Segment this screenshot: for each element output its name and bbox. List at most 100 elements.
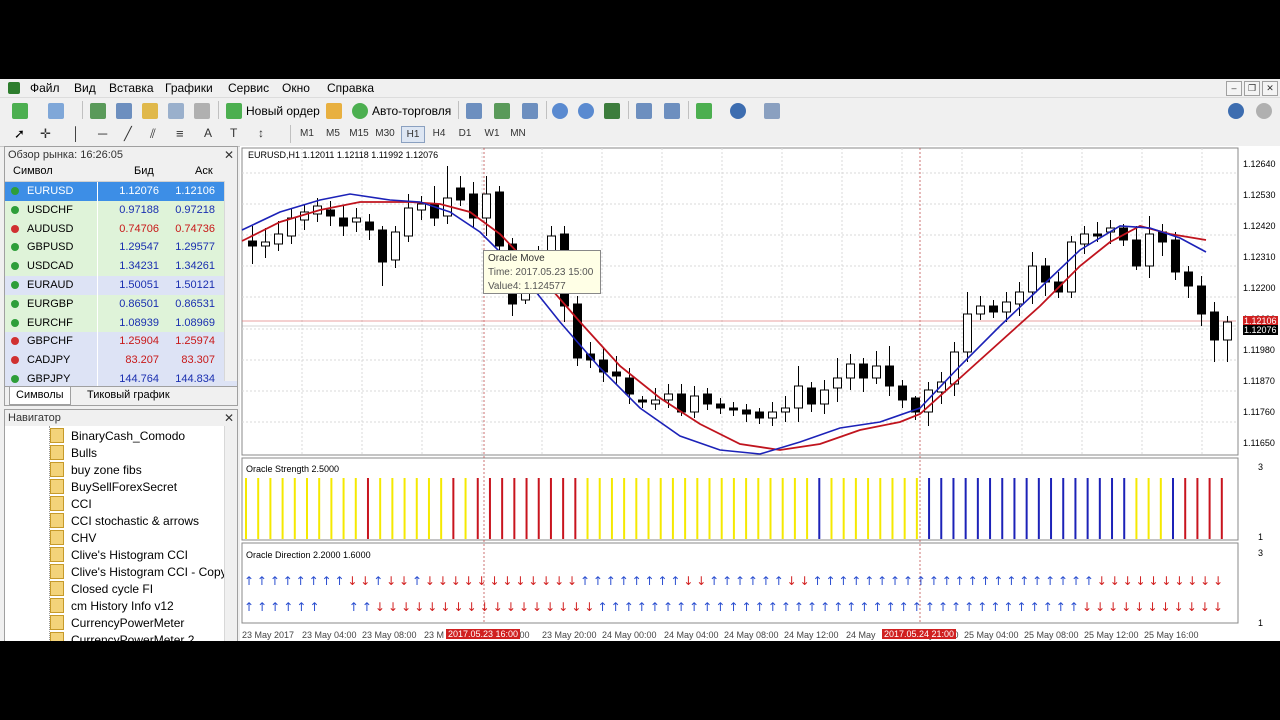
close-icon[interactable]: ✕ [224,147,234,163]
navigator-item[interactable]: Closed cycle FI [50,581,153,598]
tile-windows-icon[interactable] [604,103,620,119]
navigator-item[interactable]: CCI stochastic & arrows [50,513,199,530]
menu-tools[interactable]: Сервис [228,80,269,96]
menu-charts[interactable]: Графики [165,80,213,96]
price-label: 1.12640 [1243,159,1276,169]
timeframe-w1[interactable]: W1 [481,126,503,141]
arrow-down-icon: ↓ [519,600,529,614]
tester-icon[interactable] [194,103,210,119]
new-order-button[interactable]: Новый ордер [246,103,320,119]
search-icon[interactable] [1228,103,1244,119]
minimize-icon[interactable]: – [1226,81,1242,96]
text-icon[interactable]: A [204,126,220,142]
arrow-down-icon: ↓ [453,600,463,614]
menu-file[interactable]: Файл [30,80,60,96]
market-watch-row[interactable]: USDCAD 1.34231 1.34261 [5,257,237,276]
timeframe-h4[interactable]: H4 [428,126,450,141]
timeframe-h1[interactable]: H1 [401,126,425,143]
tab-symbols[interactable]: Символы [9,387,71,405]
menu-window[interactable]: Окно [282,80,310,96]
navigator-item[interactable]: BinaryCash_Comodo [50,428,185,445]
column-bid[interactable]: Бид [134,165,154,177]
vertical-line-icon[interactable]: │ [72,126,88,142]
crosshair-icon[interactable]: ✛ [40,126,56,142]
zoom-out-icon[interactable] [578,103,594,119]
arrow-up-icon: ↑ [1003,600,1013,614]
metaeditor-icon[interactable] [326,103,342,119]
fibonacci-icon[interactable]: ≡ [176,126,192,142]
navigator-item[interactable]: Bulls [50,445,97,462]
data-window-icon[interactable] [116,103,132,119]
navigator-item[interactable]: CurrencyPowerMeter 2 [50,632,194,641]
auto-trading-button[interactable]: Авто-торговля [372,103,451,119]
chart-shift-icon[interactable] [636,103,652,119]
navigator-item[interactable]: cm History Info v12 [50,598,174,615]
timeframe-mn[interactable]: MN [507,126,529,141]
indicators-icon[interactable] [696,103,712,119]
market-watch-scrollbar[interactable] [224,181,237,381]
autoscroll-icon[interactable] [664,103,680,119]
price-chart[interactable]: ↑ ↑ ↑ ↑ ↑ ↑ ↑ ↑ ↓ ↓ ↑ ↓ ↓ ↑ ↓ ↓ ↓ ↓ ↓ ↓ ↓ ↓ ↓ ↓ ↓ ↓ ↑ ↑ ↑ ↑ ↑ ↑ ↑ ↑ ↓ ↓ ↑ ↑ ↑ ↑… [240,146,1280,641]
candle-body [638,399,647,403]
menu-view[interactable]: Вид [74,80,96,96]
chart-window[interactable]: ↑ ↑ ↑ ↑ ↑ ↑ ↑ ↑ ↓ ↓ ↑ ↓ ↓ ↑ ↓ ↓ ↓ ↓ ↓ ↓ ↓ ↓ ↓ ↓ ↓ ↓ ↑ ↑ ↑ ↑ ↑ ↑ ↑ ↑ ↓ ↓ ↑ ↑ ↑ ↑… [240,146,1280,641]
candle-body [794,385,803,409]
timeframe-m1[interactable]: M1 [296,126,318,141]
market-watch-row[interactable]: GBPUSD 1.29547 1.29577 [5,238,237,258]
auto-trading-icon[interactable] [352,103,368,119]
menu-insert[interactable]: Вставка [109,80,154,96]
tab-tick-chart[interactable]: Тиковый график [81,387,176,404]
market-watch-row[interactable]: AUDUSD 0.74706 0.74736 [5,219,237,239]
new-chart-icon[interactable] [12,103,28,119]
column-symbol[interactable]: Символ [13,165,53,177]
arrows-icon[interactable]: ↕ [258,126,274,142]
horizontal-line-icon[interactable]: ─ [98,126,114,142]
close-icon[interactable]: ✕ [1262,81,1278,96]
arrow-down-icon: ↓ [1148,574,1158,588]
trendline-icon[interactable]: ╱ [124,126,140,142]
timeframe-d1[interactable]: D1 [454,126,476,141]
market-watch-row[interactable]: GBPCHF 1.25904 1.25974 [5,332,237,352]
arrow-down-icon: ↓ [388,600,398,614]
line-chart-icon[interactable] [522,103,538,119]
timeframe-m15[interactable]: M15 [348,126,370,141]
periods-icon[interactable] [730,103,746,119]
indicator-icon [50,581,64,597]
column-ask[interactable]: Аск [195,165,213,177]
market-watch-row[interactable]: EURGBP 0.86501 0.86531 [5,294,237,314]
candle-body [1132,239,1141,267]
restore-icon[interactable]: ❐ [1244,81,1260,96]
candlesticks-icon[interactable] [494,103,510,119]
navigator-item[interactable]: CHV [50,530,96,547]
templates-icon[interactable] [764,103,780,119]
navigator-item[interactable]: CurrencyPowerMeter [50,615,184,632]
candle-body [664,393,673,401]
channel-icon[interactable]: ⫽ [150,126,166,142]
bar-chart-icon[interactable] [466,103,482,119]
cursor-icon[interactable]: ➚ [14,126,30,142]
navigator-icon[interactable] [142,103,158,119]
navigator-item[interactable]: CCI [50,496,92,513]
navigator-item[interactable]: buy zone fibs [50,462,142,479]
zoom-in-icon[interactable] [552,103,568,119]
navigator-item[interactable]: BuySellForexSecret [50,479,177,496]
profiles-icon[interactable] [48,103,64,119]
market-watch-row[interactable]: EURAUD 1.50051 1.50121 [5,275,237,295]
market-watch-row[interactable]: EURUSD 1.12076 1.12106 [5,182,237,201]
navigator-item[interactable]: Clive's Histogram CCI [50,547,188,564]
close-icon[interactable]: ✕ [224,410,234,426]
menu-help[interactable]: Справка [327,80,374,96]
new-order-icon[interactable] [226,103,242,119]
timeframe-m5[interactable]: M5 [322,126,344,141]
market-watch-row[interactable]: USDCHF 0.97188 0.97218 [5,200,237,220]
terminal-icon[interactable] [168,103,184,119]
navigator-item[interactable]: Clive's Histogram CCI - Copy [50,564,227,581]
market-watch-row[interactable]: CADJPY 83.207 83.307 [5,351,237,370]
navigator-scrollbar[interactable] [224,426,237,641]
text-label-icon[interactable]: T [230,126,246,142]
timeframe-m30[interactable]: M30 [374,126,396,141]
market-watch-icon[interactable] [90,103,106,119]
market-watch-row[interactable]: EURCHF 1.08939 1.08969 [5,313,237,333]
arrow-up-icon: ↑ [890,574,900,588]
chat-icon[interactable] [1256,103,1272,119]
